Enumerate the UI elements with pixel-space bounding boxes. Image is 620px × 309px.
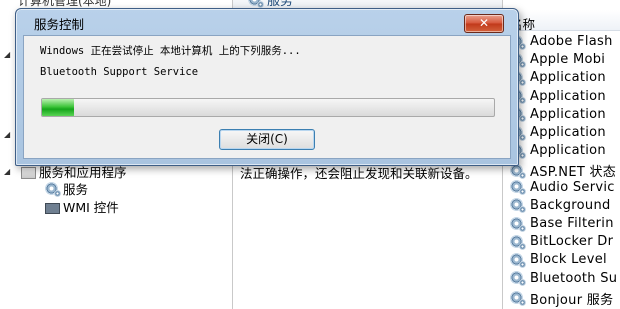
service-row-label: Apple Mobi <box>530 52 606 68</box>
gear-icon <box>509 180 526 196</box>
status-message: Windows 正在尝试停止 本地计算机 上的下列服务... <box>40 45 301 57</box>
gear-icon <box>509 234 526 250</box>
service-row-label: BitLocker Dr <box>530 234 614 250</box>
close-window-button[interactable]: ✕ <box>464 14 504 33</box>
service-row-label: Application <box>530 143 606 159</box>
dialog-client-area: Windows 正在尝试停止 本地计算机 上的下列服务... Bluetooth… <box>23 35 511 159</box>
service-row[interactable]: Block Level <box>509 252 607 268</box>
gear-icon <box>509 198 526 214</box>
dialog-title: 服务控制 <box>34 17 85 32</box>
service-name: Bluetooth Support Service <box>40 66 199 78</box>
service-row[interactable]: Application <box>509 143 606 159</box>
service-row-label: Application <box>530 125 606 140</box>
tree-item-label: WMI 控件 <box>63 200 119 215</box>
gear-icon <box>509 271 526 287</box>
gear-icon <box>509 252 526 268</box>
service-row[interactable]: Bluetooth Su <box>509 270 618 287</box>
service-row[interactable]: Apple Mobi <box>509 52 606 68</box>
service-row-label: Audio Servic <box>530 179 615 195</box>
service-control-dialog: 服务控制 ✕ Windows 正在尝试停止 本地计算机 上的下列服务... Bl… <box>15 8 519 166</box>
gear-icon <box>509 291 526 307</box>
progress-fill <box>42 99 74 116</box>
close-dialog-button[interactable]: 关闭(C) <box>219 129 315 150</box>
tree-item-services[interactable]: 服务 <box>44 179 89 198</box>
service-row-label: Bonjour 服务 <box>530 292 614 308</box>
column-header-name[interactable]: 名称 <box>503 10 620 32</box>
application-icon <box>20 165 36 179</box>
service-row[interactable]: Audio Servic <box>509 179 615 196</box>
service-row-label: Bluetooth Su <box>530 270 618 286</box>
service-row[interactable]: Bonjour 服务 <box>509 289 613 308</box>
service-row-label: Base Filterin <box>530 216 614 231</box>
service-row[interactable]: Application <box>509 106 606 123</box>
service-row-label: ASP.NET 状态 <box>530 165 617 181</box>
tree-expand-arrow[interactable]: ◢ <box>4 50 10 59</box>
gear-icon <box>509 216 526 232</box>
service-row-label: Block Level <box>530 252 607 268</box>
gear-icon <box>44 181 61 197</box>
tree-expand-arrow[interactable]: ◢ <box>4 167 10 176</box>
service-row-label: Application <box>530 106 606 122</box>
service-row-label: Application <box>530 70 606 86</box>
tree-item-wmi[interactable]: WMI 控件 <box>44 197 119 216</box>
tree-expand-arrow[interactable]: ◢ <box>4 130 10 139</box>
progress-bar <box>41 98 495 117</box>
service-row[interactable]: Background <box>509 197 611 214</box>
service-row[interactable]: Application <box>509 125 606 141</box>
service-row[interactable]: Base Filterin <box>509 216 614 232</box>
tree-item-label: 服务 <box>63 179 89 198</box>
gear-icon <box>247 0 264 8</box>
service-row-label: Background <box>530 197 611 213</box>
service-description: 法正确操作，还会阻止发现和关联新设备。 <box>240 166 478 181</box>
service-row[interactable]: Application <box>509 70 606 86</box>
service-row-label: Adobe Flash <box>530 34 613 49</box>
service-row[interactable]: Application <box>509 88 606 105</box>
service-row[interactable]: BitLocker Dr <box>509 234 614 250</box>
service-row-label: Application <box>530 88 606 104</box>
service-row[interactable]: Adobe Flash <box>509 34 613 50</box>
wmi-icon <box>44 200 60 214</box>
service-row[interactable]: ASP.NET 状态 <box>509 161 616 180</box>
